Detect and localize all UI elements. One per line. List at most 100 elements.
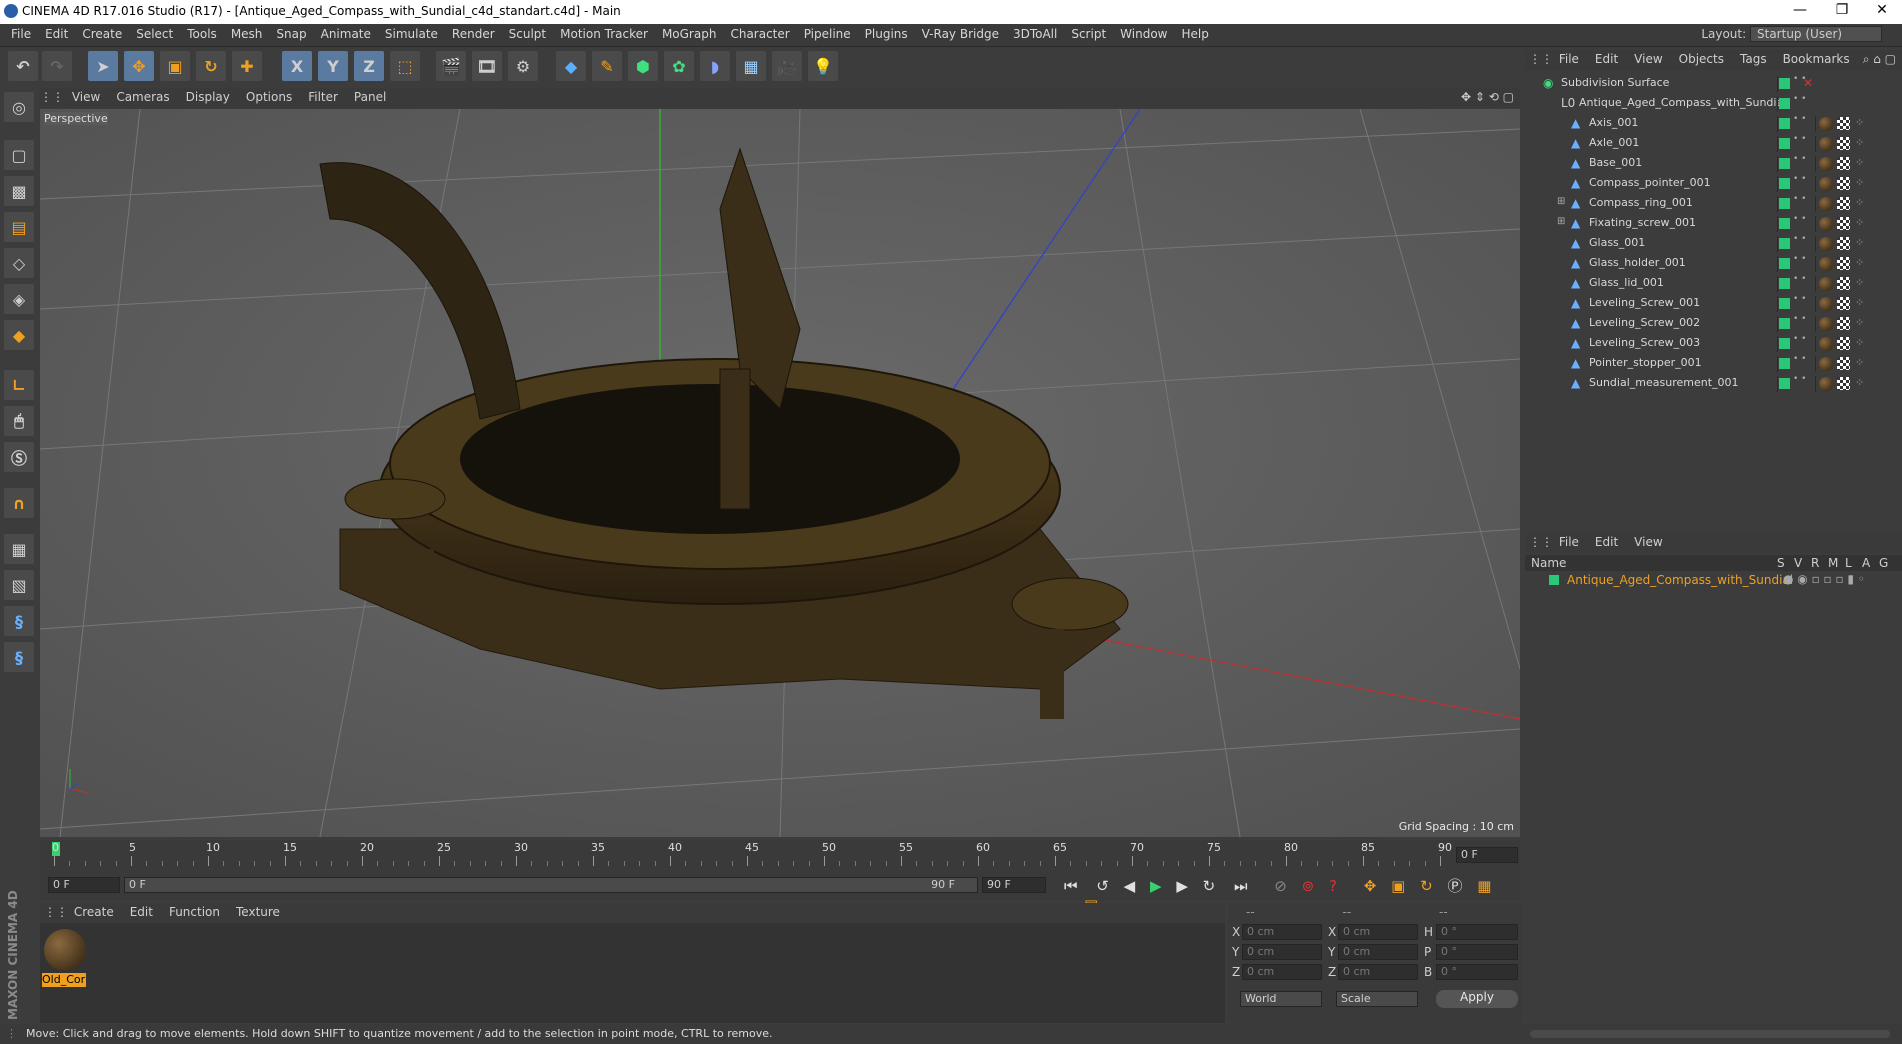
menu-render[interactable]: Render — [445, 24, 502, 46]
coord-position-field[interactable]: 0 cm — [1242, 964, 1322, 980]
texture-tag-icon[interactable] — [1837, 257, 1850, 270]
keyframe-selection-icon[interactable]: ? — [1329, 877, 1337, 895]
perspective-viewport[interactable]: Perspective Grid Spacing : 10 cm — [40, 109, 1520, 837]
previous-frame-icon[interactable]: ◀ — [1124, 877, 1136, 895]
object-search-icons[interactable]: ⌕ ⌂ ▢ — [1863, 52, 1896, 67]
coord-size-field[interactable]: 0 cm — [1338, 924, 1418, 940]
visibility-dots-icon[interactable]: • • — [1793, 375, 1806, 384]
model-mode-icon[interactable]: ▢ — [4, 140, 34, 170]
polygons-mode-icon[interactable]: ◆ — [4, 320, 34, 350]
visibility-dots-icon[interactable]: • • — [1793, 275, 1806, 284]
menu-mograph[interactable]: MoGraph — [655, 24, 724, 46]
coord-position-field[interactable]: 0 cm — [1242, 944, 1322, 960]
layer-color-tag[interactable] — [1779, 278, 1790, 289]
planar-workplane-icon[interactable]: ▧ — [4, 570, 34, 600]
visibility-dots-icon[interactable]: • • — [1793, 175, 1806, 184]
material-tag-icon[interactable] — [1819, 117, 1833, 131]
viewport-menu-view[interactable]: View — [64, 88, 108, 106]
object-child[interactable]: ▲ Sundial_measurement_001 • • ⁘ — [1525, 374, 1902, 394]
menu-pipeline[interactable]: Pipeline — [797, 24, 858, 46]
render-view-icon[interactable]: 🎬 — [436, 51, 466, 81]
python-script-2-icon[interactable]: § — [4, 642, 34, 672]
layer-color-tag[interactable] — [1779, 198, 1790, 209]
visibility-dots-icon[interactable]: • • — [1793, 315, 1806, 324]
object-child[interactable]: ▲ Glass_lid_001 • • ⁘ — [1525, 274, 1902, 294]
object-name[interactable]: Antique_Aged_Compass_with_Sundial — [1579, 96, 1786, 109]
key-rotation-icon[interactable]: ↻ — [1420, 877, 1433, 895]
max-frame-field[interactable]: 90 F — [982, 877, 1046, 893]
layer-color-tag[interactable] — [1779, 258, 1790, 269]
key-scale-icon[interactable]: ▣ — [1391, 877, 1405, 895]
texture-tag-icon[interactable] — [1837, 357, 1850, 370]
key-parameter-icon[interactable]: Ⓟ — [1447, 877, 1462, 895]
material-tag-icon[interactable] — [1819, 257, 1833, 271]
object-name[interactable]: Fixating_screw_001 — [1589, 216, 1696, 229]
object-child[interactable]: ▲ Compass_pointer_001 • • ⁘ — [1525, 174, 1902, 194]
material-preview-ball[interactable] — [44, 929, 86, 971]
object-name[interactable]: Glass_001 — [1589, 236, 1645, 249]
layer-color-tag[interactable] — [1779, 318, 1790, 329]
timeline-end-field[interactable]: 0 F — [1456, 847, 1518, 863]
key-pla-icon[interactable]: ▦ — [1477, 877, 1491, 895]
layer-color-tag[interactable] — [1779, 218, 1790, 229]
layer-menu-edit[interactable]: Edit — [1587, 533, 1626, 551]
current-frame-field[interactable]: 0 F — [48, 877, 120, 893]
visibility-dots-icon[interactable]: • • — [1793, 135, 1806, 144]
record-disabled-icon[interactable]: ⊘ — [1274, 877, 1287, 895]
visibility-dots-icon[interactable]: • • — [1793, 335, 1806, 344]
cube-primitive-icon[interactable]: ◆ — [556, 51, 586, 81]
close-button[interactable]: ✕ — [1862, 2, 1902, 18]
material-tag-icon[interactable] — [1819, 357, 1833, 371]
object-name[interactable]: Pointer_stopper_001 — [1589, 356, 1702, 369]
texture-tag-icon[interactable] — [1837, 217, 1850, 230]
visibility-dots-icon[interactable]: • • — [1793, 295, 1806, 304]
object-child[interactable]: ▲ Pointer_stopper_001 • • ⁘ — [1525, 354, 1902, 374]
material-tag-icon[interactable] — [1819, 157, 1833, 171]
disabled-x-icon[interactable]: ✕ — [1803, 76, 1813, 90]
live-selection-icon[interactable]: ➤ — [88, 51, 118, 81]
layer-menu-view[interactable]: View — [1626, 533, 1670, 551]
menu-animate[interactable]: Animate — [314, 24, 378, 46]
phong-tag-icon[interactable]: ⁘ — [1855, 316, 1864, 329]
floor-environment-icon[interactable]: ▦ — [736, 51, 766, 81]
layer-color-tag[interactable] — [1779, 298, 1790, 309]
visibility-dots-icon[interactable]: • • — [1793, 115, 1806, 124]
object-name[interactable]: Leveling_Screw_002 — [1589, 316, 1700, 329]
workplane-mode-icon[interactable]: ▤ — [4, 212, 34, 242]
object-name[interactable]: Axis_001 — [1589, 116, 1638, 129]
go-to-end-icon[interactable]: ⏭ — [1234, 877, 1248, 895]
layer-horizontal-scrollbar[interactable] — [1530, 1030, 1890, 1038]
redo-icon[interactable]: ↷ — [42, 51, 72, 81]
object-name[interactable]: Axle_001 — [1589, 136, 1639, 149]
menu-script[interactable]: Script — [1064, 24, 1113, 46]
object-child[interactable]: ▲ Leveling_Screw_001 • • ⁘ — [1525, 294, 1902, 314]
object-child[interactable]: ▲ Glass_holder_001 • • ⁘ — [1525, 254, 1902, 274]
menu-create[interactable]: Create — [75, 24, 129, 46]
texture-tag-icon[interactable] — [1837, 197, 1850, 210]
menu-window[interactable]: Window — [1113, 24, 1174, 46]
render-settings-icon[interactable]: ⚙ — [508, 51, 538, 81]
layer-color-tag[interactable] — [1779, 238, 1790, 249]
phong-tag-icon[interactable]: ⁘ — [1855, 296, 1864, 309]
layer-color-swatch[interactable] — [1549, 575, 1559, 585]
timeline-ruler[interactable]: 0 5 10 15 20 25 30 35 40 45 50 55 60 65 70 75 80 85 90 0 F — [40, 840, 1520, 870]
undo-icon[interactable]: ↶ — [8, 51, 38, 81]
object-name[interactable]: Leveling_Screw_003 — [1589, 336, 1700, 349]
texture-tag-icon[interactable] — [1837, 277, 1850, 290]
object-child[interactable]: ▲ Axis_001 • • ⁘ — [1525, 114, 1902, 134]
maximize-button[interactable]: ❐ — [1822, 2, 1862, 18]
layer-color-tag[interactable] — [1779, 338, 1790, 349]
object-root[interactable]: ◉ Subdivision Surface • • ✕ — [1525, 74, 1902, 94]
material-tag-icon[interactable] — [1819, 377, 1833, 391]
texture-tag-icon[interactable] — [1837, 157, 1850, 170]
material-tag-icon[interactable] — [1819, 317, 1833, 331]
rotate-icon[interactable]: ↻ — [196, 51, 226, 81]
object-name[interactable]: Subdivision Surface — [1561, 76, 1669, 89]
x-axis-lock-button[interactable]: X — [282, 51, 312, 81]
material-tag-icon[interactable] — [1819, 177, 1833, 191]
menu-character[interactable]: Character — [723, 24, 796, 46]
deformer-icon[interactable]: ◗ — [700, 51, 730, 81]
phong-tag-icon[interactable]: ⁘ — [1855, 216, 1864, 229]
spline-pen-icon[interactable]: ✎ — [592, 51, 622, 81]
tweak-mode-icon[interactable]: 🖱 — [4, 406, 34, 436]
